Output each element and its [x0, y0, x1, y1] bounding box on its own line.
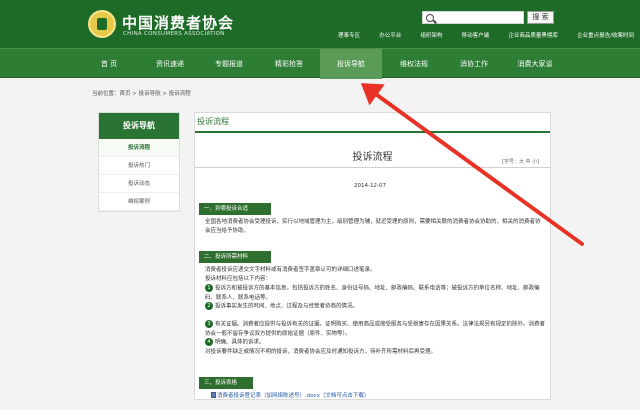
- font-size-switch[interactable]: [字号：大 中 小]: [502, 158, 539, 165]
- list-item: 3 有关证据。消费者应提供与投诉有关的证据，证明购买、使用商品或接受服务与受损害存…: [205, 320, 547, 339]
- nav-consumer-talk[interactable]: 消费大家谈: [504, 49, 566, 79]
- paragraph-materials-list-intro: 投诉材料应包括以下内容：: [205, 276, 272, 282]
- nav-rights-law[interactable]: 维权法规: [383, 49, 445, 79]
- association-logo: [88, 10, 116, 38]
- top-link-4[interactable]: 企业商品质量黑榜库: [508, 31, 558, 39]
- article-date: 2014-12-07: [354, 183, 386, 189]
- breadcrumb: 当前位置：首页 > 投诉导航 > 投诉流程: [92, 91, 191, 97]
- nav-qna[interactable]: 精彩抢答: [258, 49, 320, 79]
- list-item: 1 投诉方和被投诉方的基本信息，包括投诉方的姓名、身份证号码、地址、邮政编码、联系…: [205, 284, 547, 303]
- list-item: 2 投诉事实发生的时间、地点、过程及与经营者协商的情况。: [205, 302, 547, 312]
- nav-complaint-guide[interactable]: 投诉导航: [320, 49, 382, 79]
- top-link-5[interactable]: 企业重点报告/收案时间: [577, 31, 634, 39]
- number-badge-3: 3: [205, 320, 213, 328]
- list-item-text: 明确、具体的诉求。: [215, 339, 265, 346]
- paragraph-where: 全国各地消费者协会受理投诉，实行以地域管理为主，级别管理为辅，就近受理的原则，需…: [205, 219, 541, 234]
- sidebar-item-process[interactable]: 投诉流程: [99, 139, 179, 157]
- section-heading: 投诉流程: [195, 113, 550, 133]
- nav-news[interactable]: 资讯速递: [139, 49, 201, 79]
- number-badge-1: 1: [205, 284, 213, 292]
- top-link-1[interactable]: 办公平台: [379, 31, 401, 39]
- search-button[interactable]: 搜 索: [527, 11, 554, 24]
- brand-title: 中国消费者协会: [122, 14, 235, 32]
- nav-association-work[interactable]: 消协工作: [443, 49, 505, 79]
- article-title: 投诉流程: [352, 152, 393, 163]
- document-icon: [211, 392, 216, 398]
- nav-home[interactable]: 首 页: [84, 49, 134, 79]
- download-form-link[interactable]: 消费者投诉登记表（加网络陈述号）.docx（文档可点击下载）: [217, 391, 369, 399]
- brand-subtitle: CHINA CONSUMERS ASSOCIATION: [123, 31, 225, 37]
- sidebar-item-dynamics[interactable]: 投诉动态: [99, 175, 179, 193]
- number-badge-4: 4: [205, 338, 213, 346]
- section-label-where: 一、到哪投诉合适: [199, 203, 271, 215]
- list-item-text: 投诉事实发生的时间、地点、过程及与经营者协商的情况。: [215, 303, 359, 310]
- sidebar-title: 投诉导航: [99, 113, 179, 139]
- main-content: 投诉流程 投诉流程 [字号：大 中 小] 2014-12-07 一、到哪投诉合适…: [194, 112, 551, 400]
- top-link-3[interactable]: 移动客户端: [462, 31, 490, 39]
- paragraph-materials-intro: 消费者投诉应递交文字材料或有消费者签字盖章认可的详细口述笔录。: [205, 267, 376, 273]
- site-header: 中国消费者协会 CHINA CONSUMERS ASSOCIATION 搜 索 …: [0, 0, 640, 48]
- sidebar-item-cases[interactable]: 维权案例: [99, 193, 179, 211]
- list-item-text: 投诉方和被投诉方的基本信息，包括投诉方的姓名、身份证号码、地址、邮政编码、联系电…: [205, 285, 540, 301]
- number-badge-2: 2: [205, 302, 213, 310]
- paragraph-materials-footer: 对投诉要件缺乏或情况不明的投诉，消费者协会应及时通知投诉方，待补齐所需材料后再受…: [205, 349, 437, 355]
- main-navigation: 首 页 资讯速递 专题报道 精彩抢答 投诉导航 维权法规 消协工作 消费大家谈: [0, 48, 640, 79]
- nav-topics[interactable]: 专题报道: [198, 49, 260, 79]
- list-item-text: 有关证据。消费者应提供与投诉有关的证据，证明购买、使用商品或接受服务与受损害存在…: [205, 321, 546, 337]
- top-link-2[interactable]: 组织架构: [420, 31, 442, 39]
- list-item: 4 明确、具体的诉求。: [205, 338, 547, 348]
- section-label-form: 三、投诉表格: [199, 377, 253, 389]
- article-divider: [195, 167, 550, 168]
- search-icon: [426, 14, 434, 22]
- sidebar: 投诉导航 投诉流程 投诉热门 投诉动态 维权案例: [98, 112, 180, 212]
- sidebar-item-hot[interactable]: 投诉热门: [99, 157, 179, 175]
- top-link-0[interactable]: 理事专区: [338, 31, 360, 39]
- top-links: 理事专区 办公平台 组织架构 移动客户端 企业商品质量黑榜库 企业重点报告/收案…: [338, 31, 634, 39]
- search-input[interactable]: [422, 11, 524, 24]
- section-label-materials: 二、投诉所需材料: [199, 251, 271, 263]
